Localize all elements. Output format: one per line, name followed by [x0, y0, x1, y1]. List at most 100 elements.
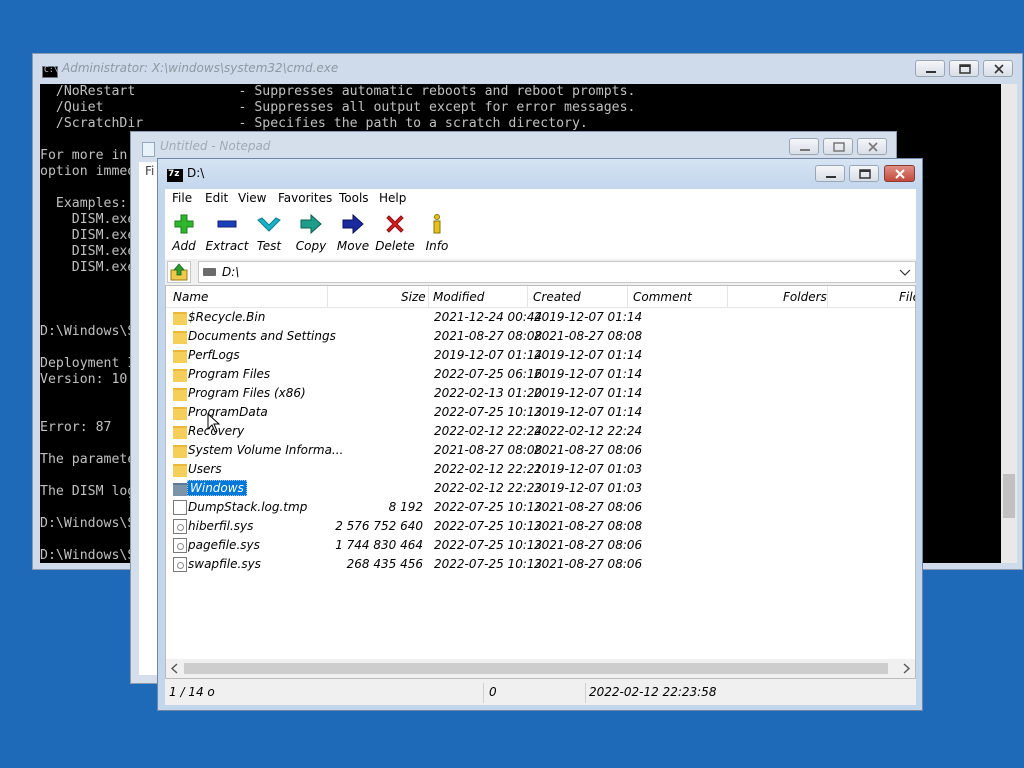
file-modified: 2022-07-25 06:16 — [434, 367, 543, 381]
menu-favorites[interactable]: Favorites — [278, 191, 332, 205]
cmd-close-button[interactable] — [983, 60, 1013, 77]
mouse-cursor-icon — [207, 413, 221, 433]
notepad-close-button[interactable] — [857, 138, 887, 155]
status-divider — [483, 683, 484, 703]
test-button[interactable]: Test — [247, 213, 291, 257]
notepad-title: Untitled - Notepad — [160, 139, 271, 153]
cmd-scrollbar[interactable] — [1001, 84, 1017, 563]
console-line: DISM.exe — [40, 228, 136, 243]
file-list[interactable]: Name Size Modified Created Comment Folde… — [165, 285, 916, 679]
copy-arrow-icon — [300, 213, 322, 235]
column-divider[interactable] — [428, 286, 429, 308]
file-row[interactable]: Recovery2022-02-12 22:242022-02-12 22:24 — [166, 422, 915, 441]
console-line: Examples: — [40, 196, 128, 211]
column-folders[interactable]: Folders — [783, 290, 827, 304]
column-divider[interactable] — [527, 286, 528, 308]
menu-edit[interactable]: Edit — [205, 191, 228, 205]
extract-button[interactable]: Extract — [205, 213, 249, 257]
column-size[interactable]: Size — [401, 290, 426, 304]
horizontal-scrollbar-thumb[interactable] — [184, 663, 888, 674]
minimize-icon — [800, 149, 810, 151]
folder-icon — [173, 331, 187, 344]
menu-file[interactable]: File — [172, 191, 192, 205]
console-line: D:\Windows\S — [40, 324, 136, 339]
column-comment[interactable]: Comment — [633, 290, 692, 304]
console-line: Deployment I — [40, 356, 136, 371]
notepad-maximize-button[interactable] — [823, 138, 853, 155]
console-line: Version: 10 — [40, 372, 128, 387]
info-button[interactable]: Info — [415, 213, 459, 257]
file-row[interactable]: pagefile.sys 1 744 830 464 2022-07-25 10:1… — [166, 536, 915, 555]
column-created[interactable]: Created — [533, 290, 581, 304]
folder-icon — [173, 369, 187, 382]
file-created: 2019-12-07 01:14 — [534, 405, 643, 419]
move-arrow-icon — [342, 213, 364, 235]
folder-icon — [173, 350, 187, 363]
add-button[interactable]: Add — [162, 213, 206, 257]
7zip-minimize-button[interactable] — [815, 165, 845, 182]
add-label: Add — [172, 239, 196, 253]
notepad-menu-file[interactable]: Fi — [145, 164, 154, 178]
move-button[interactable]: Move — [331, 213, 375, 257]
horizontal-scrollbar[interactable] — [166, 659, 915, 678]
menu-tools[interactable]: Tools — [339, 191, 369, 205]
file-modified: 2022-07-25 10:13 — [434, 405, 543, 419]
file-row[interactable]: ProgramData 2022-07-25 10:13 2019-12-07 01… — [166, 403, 915, 422]
file-row[interactable]: System Volume Informa... 2021-08-27 08:08… — [166, 441, 915, 460]
file-row[interactable]: Program Files 2022-07-25 06:16 2019-12-07 … — [166, 365, 915, 384]
scroll-left-icon[interactable] — [170, 663, 180, 674]
cmd-scrollbar-thumb[interactable] — [1003, 474, 1015, 518]
file-row[interactable]: Program Files (x86) 2022-02-13 01:20 2019-… — [166, 384, 915, 403]
system-file-icon — [173, 519, 187, 534]
cmd-titlebar[interactable]: C:\ Administrator: X:\windows\system32\c… — [33, 54, 1022, 84]
notepad-minimize-button[interactable] — [789, 138, 819, 155]
file-name: Program Files — [188, 367, 271, 381]
console-line: option immed — [40, 164, 136, 179]
column-divider[interactable] — [827, 286, 828, 308]
7zip-close-button[interactable] — [884, 165, 915, 182]
file-created: 2021-08-27 08:06 — [534, 500, 643, 514]
up-folder-button[interactable] — [167, 261, 191, 283]
file-modified: 2019-12-07 01:14 — [434, 348, 543, 362]
cmd-title: Administrator: X:\windows\system32\cmd.e… — [62, 61, 339, 75]
file-row[interactable]: Windows 2022-02-12 22:23 2019-12-07 01:03 — [166, 479, 915, 498]
file-row[interactable]: $Recycle.Bin 2021-12-24 00:44 2019-12-07 0… — [166, 308, 915, 327]
column-divider[interactable] — [627, 286, 628, 308]
cmd-maximize-button[interactable] — [949, 60, 979, 77]
file-icon — [173, 500, 187, 515]
7zip-window[interactable]: 7z D:\ File Edit View Favorites Tools He… — [157, 158, 923, 711]
info-label: Info — [425, 239, 449, 253]
column-divider[interactable] — [727, 286, 728, 308]
column-divider[interactable] — [327, 286, 328, 308]
chevron-down-icon[interactable] — [899, 266, 911, 278]
copy-label: Copy — [295, 239, 327, 253]
delete-button[interactable]: Delete — [373, 213, 417, 257]
folder-icon — [173, 312, 187, 325]
file-name: pagefile.sys — [188, 538, 260, 552]
file-modified: 2022-07-25 10:13 — [434, 557, 543, 571]
column-name[interactable]: Name — [173, 290, 208, 304]
path-combobox[interactable]: D:\ — [198, 261, 916, 283]
file-row[interactable]: DumpStack.log.tmp 8 192 2022-07-25 10:13 20… — [166, 498, 915, 517]
file-created: 2021-08-27 08:06 — [534, 557, 643, 571]
column-modified[interactable]: Modified — [433, 290, 484, 304]
7zip-maximize-button[interactable] — [849, 165, 879, 182]
file-row[interactable]: Users 2022-02-12 22:21 2019-12-07 01:03 — [166, 460, 915, 479]
info-icon — [433, 214, 441, 234]
scroll-right-icon[interactable] — [901, 663, 911, 674]
column-files[interactable]: File — [899, 290, 915, 304]
menu-help[interactable]: Help — [379, 191, 406, 205]
console-line: /Quiet - Suppresses all output except fo… — [40, 100, 636, 115]
file-modified: 2022-02-12 22:24 — [434, 424, 543, 438]
file-row[interactable]: hiberfil.sys 2 576 752 640 2022-07-25 10:1… — [166, 517, 915, 536]
copy-button[interactable]: Copy — [289, 213, 333, 257]
7zip-client-area: File Edit View Favorites Tools Help Add … — [165, 189, 916, 705]
file-row[interactable]: swapfile.sys 268 435 456 2022-07-25 10:13 2… — [166, 555, 915, 574]
file-modified: 2022-07-25 10:13 — [434, 519, 543, 533]
file-row[interactable]: Documents and Settings 2021-08-27 08:08 20… — [166, 327, 915, 346]
7zip-titlebar[interactable]: 7z D:\ — [158, 159, 922, 189]
file-row[interactable]: PerfLogs 2019-12-07 01:14 2019-12-07 01:14 — [166, 346, 915, 365]
cmd-minimize-button[interactable] — [915, 60, 945, 77]
menu-view[interactable]: View — [238, 191, 266, 205]
file-modified: 2021-08-27 08:08 — [434, 443, 543, 457]
